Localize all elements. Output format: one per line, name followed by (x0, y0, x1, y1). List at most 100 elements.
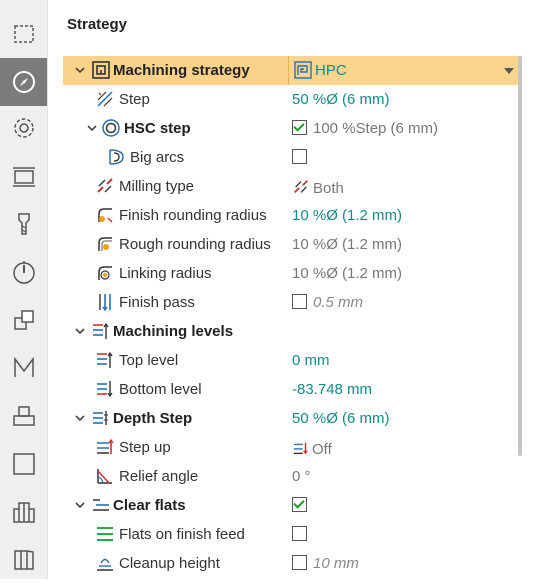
relief-angle-label: Relief angle (119, 468, 199, 485)
row-machining-levels[interactable]: Machining levels (63, 317, 521, 346)
top-level-icon (97, 351, 113, 368)
step-up-label: Step up (119, 439, 171, 456)
machining-levels-label: Machining levels (113, 323, 234, 340)
rough-rounding-radius-value[interactable]: 10 %Ø (1.2 mm) (292, 236, 402, 253)
row-clear-flats[interactable]: Clear flats (63, 491, 521, 520)
compass-icon[interactable] (0, 58, 47, 106)
machining-strategy-label: Machining strategy (113, 62, 250, 79)
property-grid: Machining strategy HPC Step 50 %Ø (6 mm)… (63, 56, 522, 578)
machining-strategy-dropdown[interactable]: HPC (288, 56, 522, 85)
clear-flats-checkbox[interactable] (292, 497, 307, 512)
row-big-arcs[interactable]: Big arcs (63, 143, 521, 172)
finish-rounding-radius-label: Finish rounding radius (119, 207, 267, 224)
milling-type-label: Milling type (119, 178, 195, 195)
gear-icon[interactable] (0, 104, 47, 152)
row-finish-rounding-radius[interactable]: Finish rounding radius 10 %Ø (1.2 mm) (63, 201, 521, 230)
row-cleanup-height[interactable]: Cleanup height 10 mm (63, 549, 521, 578)
row-hsc-step[interactable]: HSC step 100 %Step (6 mm) (63, 114, 521, 143)
depth-step-label: Depth Step (113, 410, 193, 427)
step-up-icon (97, 438, 114, 454)
spiral-icon (92, 61, 110, 79)
row-depth-step[interactable]: Depth Step 50 %Ø (6 mm) (63, 404, 521, 433)
finish-pass-value[interactable]: 0.5 mm (292, 294, 363, 311)
m-icon[interactable] (0, 344, 47, 392)
linking-radius-label: Linking radius (119, 265, 212, 282)
row-rough-rounding-radius[interactable]: Rough rounding radius 10 %Ø (1.2 mm) (63, 230, 521, 259)
chevron-down-icon[interactable] (73, 63, 87, 77)
selection-frame-icon[interactable] (0, 10, 47, 58)
flats-finish-feed-icon (97, 527, 113, 541)
chevron-down-icon[interactable] (73, 498, 87, 512)
cleanup-height-value[interactable]: 10 mm (292, 555, 359, 572)
row-flats-on-finish-feed[interactable]: Flats on finish feed (63, 520, 521, 549)
stacked-boxes-icon[interactable] (0, 296, 47, 344)
big-arcs-checkbox[interactable] (292, 149, 307, 164)
hpc-icon (294, 61, 312, 79)
level-frame-icon[interactable] (0, 152, 47, 200)
relief-angle-icon (97, 469, 112, 484)
linking-radius-value[interactable]: 10 %Ø (1.2 mm) (292, 265, 402, 282)
chevron-down-icon[interactable] (73, 411, 87, 425)
relief-angle-value[interactable]: 0 ° (292, 468, 311, 485)
clear-flats-icon (93, 499, 109, 511)
row-step-up[interactable]: Step up Off (63, 433, 521, 462)
row-linking-radius[interactable]: Linking radius 10 %Ø (1.2 mm) (63, 259, 521, 288)
clear-flats-label: Clear flats (113, 497, 186, 514)
left-toolbar (0, 0, 48, 579)
machining-strategy-value: HPC (315, 62, 347, 79)
cleanup-height-checkbox[interactable] (292, 555, 307, 570)
bottom-level-label: Bottom level (119, 381, 202, 398)
step-up-value-icon (293, 442, 308, 455)
flats-on-finish-feed-label: Flats on finish feed (119, 526, 245, 543)
flats-on-finish-feed-checkbox[interactable] (292, 526, 307, 541)
hsc-step-icon (102, 119, 120, 137)
columns-icon[interactable] (0, 488, 47, 536)
finish-pass-checkbox[interactable] (292, 294, 307, 309)
row-top-level[interactable]: Top level 0 mm (63, 346, 521, 375)
flats-on-finish-feed-value[interactable] (292, 526, 313, 543)
row-finish-pass[interactable]: Finish pass 0.5 mm (63, 288, 521, 317)
book-icon[interactable] (0, 536, 47, 584)
step-value[interactable]: 50 %Ø (6 mm) (292, 91, 390, 108)
big-arcs-icon (109, 149, 124, 165)
hsc-step-value[interactable]: 100 %Step (6 mm) (292, 120, 438, 137)
cleanup-height-icon (97, 558, 113, 571)
row-step[interactable]: Step 50 %Ø (6 mm) (63, 85, 521, 114)
top-level-value[interactable]: 0 mm (292, 352, 330, 369)
linking-radius-icon (98, 266, 112, 280)
tool-icon[interactable] (0, 200, 47, 248)
chevron-down-icon[interactable] (73, 324, 87, 338)
finish-pass-label: Finish pass (119, 294, 195, 311)
milling-type-value[interactable]: Both (292, 178, 344, 197)
hsc-step-label: HSC step (124, 120, 191, 137)
finish-rounding-radius-value[interactable]: 10 %Ø (1.2 mm) (292, 207, 402, 224)
row-milling-type[interactable]: Milling type Both (63, 172, 521, 201)
panel-title: Strategy (67, 16, 128, 33)
vertical-scrollbar[interactable] (518, 56, 522, 456)
machining-levels-icon (93, 322, 109, 339)
row-machining-strategy[interactable]: Machining strategy HPC (63, 56, 522, 85)
step-up-value[interactable]: Off (292, 439, 332, 458)
bottom-level-value[interactable]: -83.748 mm (292, 381, 372, 398)
pedestal-icon[interactable] (0, 392, 47, 440)
top-level-label: Top level (119, 352, 179, 369)
row-bottom-level[interactable]: Bottom level -83.748 mm (63, 375, 521, 404)
rough-rounding-radius-label: Rough rounding radius (119, 236, 271, 253)
clear-flats-value[interactable] (292, 497, 313, 514)
square-icon[interactable] (0, 440, 47, 488)
depth-step-value[interactable]: 50 %Ø (6 mm) (292, 410, 390, 427)
step-icon (97, 91, 113, 107)
rough-radius-icon (98, 237, 112, 251)
hsc-step-checkbox[interactable] (292, 120, 307, 135)
dial-icon[interactable] (0, 248, 47, 296)
dropdown-arrow-icon[interactable] (504, 68, 514, 74)
finish-pass-icon (99, 294, 111, 312)
milling-type-value-icon (294, 180, 308, 194)
bottom-level-icon (97, 381, 113, 398)
row-relief-angle[interactable]: Relief angle 0 ° (63, 462, 521, 491)
depth-step-icon (93, 411, 108, 425)
finish-radius-icon (98, 208, 113, 223)
chevron-down-icon[interactable] (85, 121, 99, 135)
big-arcs-value[interactable] (292, 149, 313, 166)
cleanup-height-label: Cleanup height (119, 555, 220, 572)
